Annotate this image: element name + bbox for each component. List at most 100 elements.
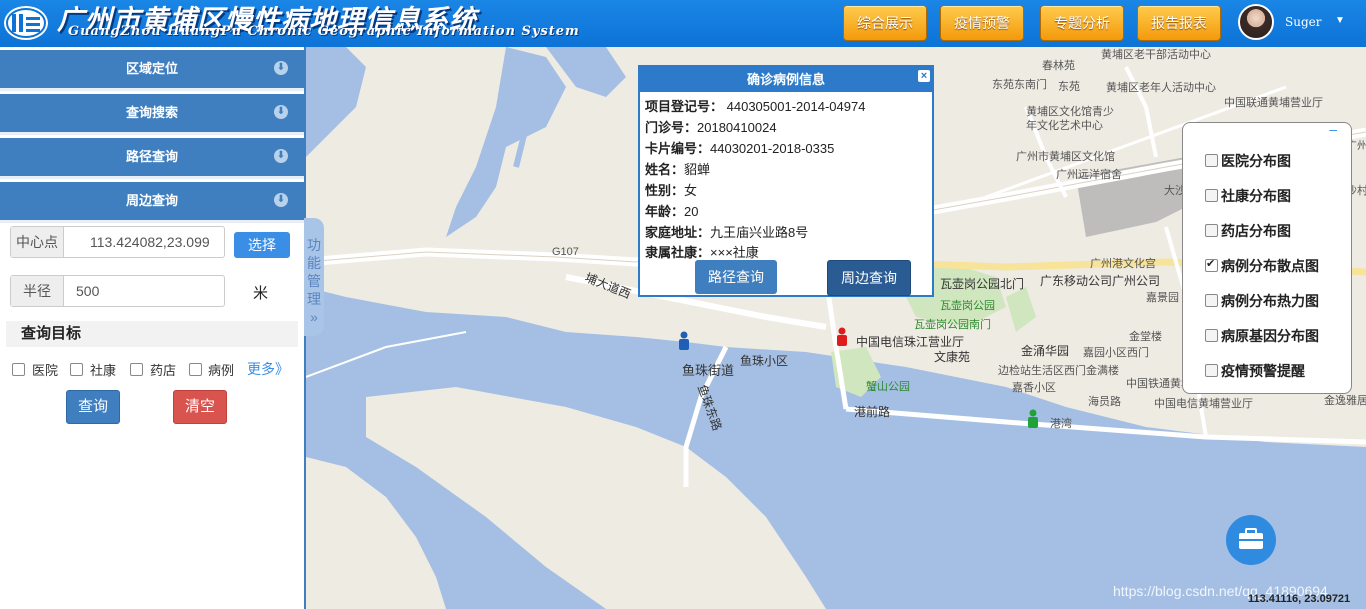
popup-title: 确诊病例信息 xyxy=(640,67,932,92)
layer-pharmacy-label: 药店分布图 xyxy=(1221,223,1291,239)
radius-label: 半径 xyxy=(11,276,64,306)
toolbox-button[interactable] xyxy=(1226,515,1276,565)
nav-topic-analysis-button[interactable]: 专题分析 xyxy=(1040,5,1124,41)
section-route-query[interactable]: 路径查询 ⬇ xyxy=(0,138,304,179)
field-value: ×××社康 xyxy=(710,245,759,260)
select-center-button[interactable]: 选择 xyxy=(234,232,290,258)
field-value: 女 xyxy=(684,183,698,198)
layer-case-heatmap-checkbox[interactable] xyxy=(1205,294,1218,307)
function-panel-label: 功能管理 » xyxy=(307,237,321,325)
layer-community-label: 社康分布图 xyxy=(1221,188,1291,204)
nav-reports-button[interactable]: 报告报表 xyxy=(1137,5,1221,41)
field-value: 44030201-2018-0335 xyxy=(710,141,835,156)
layer-community-checkbox[interactable] xyxy=(1205,189,1218,202)
map-label: 东苑东南门 xyxy=(992,79,1047,91)
map-label: 边检站生活区西门 xyxy=(998,365,1086,377)
layer-hospital-label: 医院分布图 xyxy=(1221,153,1291,169)
map-label: 广州港文化宫 xyxy=(1090,258,1156,270)
query-button[interactable]: 查询 xyxy=(66,390,120,424)
center-point-input[interactable] xyxy=(64,227,224,257)
layer-epidemic-alert-checkbox[interactable] xyxy=(1205,364,1218,377)
expand-down-icon: ⬇ xyxy=(274,193,288,207)
map-label: 中国联通黄埔营业厅 xyxy=(1224,97,1323,109)
avatar[interactable] xyxy=(1238,4,1274,40)
map-label: 蟹山公园 xyxy=(866,381,910,393)
field-value: 440305001-2014-04974 xyxy=(726,99,866,114)
layer-case-scatter-label: 病例分布散点图 xyxy=(1221,258,1319,274)
map-label: 春林苑 xyxy=(1042,60,1075,72)
field-value: 貂蝉 xyxy=(684,162,711,177)
map-label: 黄埔区老干部活动中心 xyxy=(1101,49,1211,61)
layer-panel: – 医院分布图 社康分布图 药店分布图 ✔ 病例分布散点图 病例分布热力图 病原… xyxy=(1182,121,1352,394)
map-label: 鱼珠街道 xyxy=(682,363,735,378)
map-label: 年文化艺术中心 xyxy=(1026,120,1103,132)
case-info-popup: 确诊病例信息 × 项目登记号： 440305001-2014-04974 门诊号… xyxy=(638,65,934,297)
popup-field-community: 隶属社康：×××社康 xyxy=(645,242,759,261)
close-icon[interactable]: × xyxy=(918,70,930,82)
popup-field-age: 年龄：20 xyxy=(645,201,698,220)
target-community-checkbox[interactable] xyxy=(70,363,83,376)
popup-field-name: 姓名：貂蝉 xyxy=(645,159,710,178)
clear-button[interactable]: 清空 xyxy=(173,390,227,424)
more-link[interactable]: 更多》 xyxy=(247,359,289,379)
nav-overview-button[interactable]: 综合展示 xyxy=(843,5,927,41)
radius-field: 半径 xyxy=(10,275,225,307)
map-label: 文康苑 xyxy=(934,350,971,364)
center-point-field: 中心点 xyxy=(10,226,225,258)
field-label: 隶属社康： xyxy=(645,245,711,260)
map-label: 中国电信黄埔营业厅 xyxy=(1154,398,1253,410)
app-logo xyxy=(4,6,48,40)
layer-pharmacy-checkbox[interactable] xyxy=(1205,224,1218,237)
map-label: 嘉园小区西门 xyxy=(1083,347,1149,359)
map-label: 广州市黄埔区文化馆 xyxy=(1016,151,1115,163)
center-point-label: 中心点 xyxy=(11,227,64,257)
map-label: 金堂楼 xyxy=(1129,331,1162,343)
function-panel-tab[interactable]: 功能管理 » xyxy=(304,218,324,336)
target-pharmacy-checkbox[interactable] xyxy=(130,363,143,376)
map-label: 瓦壶岗公园北门 xyxy=(940,277,1025,291)
map-label: 嘉景园 xyxy=(1146,292,1179,304)
layer-hospital-checkbox[interactable] xyxy=(1205,154,1218,167)
target-hospital-label: 医院 xyxy=(32,363,59,378)
target-case-checkbox[interactable] xyxy=(189,363,202,376)
map-label: 鱼珠小区 xyxy=(740,354,789,368)
expand-down-icon: ⬇ xyxy=(274,105,288,119)
username[interactable]: Suger xyxy=(1285,15,1321,29)
popup-field-clinic-no: 门诊号：20180410024 xyxy=(645,117,777,136)
case-marker-icon[interactable] xyxy=(1026,409,1040,429)
popup-field-address: 家庭地址：九王庙兴业路8号 xyxy=(645,222,808,241)
map-label: 港湾 xyxy=(1050,418,1072,430)
chevron-down-icon[interactable]: ▼ xyxy=(1335,15,1345,26)
map-label: 金涌华园 xyxy=(1021,344,1070,358)
section-nearby-query[interactable]: 周边查询 ⬇ xyxy=(0,182,304,223)
radius-input[interactable] xyxy=(64,276,224,306)
map-label: 广州远洋宿舍 xyxy=(1056,169,1122,181)
target-hospital-checkbox[interactable] xyxy=(12,363,25,376)
collapse-icon[interactable]: – xyxy=(1329,121,1337,137)
map-label: 海员路 xyxy=(1088,396,1121,408)
section-area-locate[interactable]: 区域定位 ⬇ xyxy=(0,50,304,91)
radius-unit: 米 xyxy=(253,285,269,302)
route-query-button[interactable]: 路径查询 xyxy=(695,260,777,294)
section-label: 区域定位 xyxy=(125,61,178,76)
layer-epidemic-alert-label: 疫情预警提醒 xyxy=(1221,363,1305,379)
layer-case-scatter-checkbox[interactable]: ✔ xyxy=(1205,258,1218,272)
layer-pathogen-gene-label: 病原基因分布图 xyxy=(1221,328,1319,344)
section-label: 周边查询 xyxy=(125,193,178,208)
nearby-query-button[interactable]: 周边查询 xyxy=(827,260,911,296)
case-marker-icon[interactable] xyxy=(677,331,691,351)
case-marker-selected-icon[interactable] xyxy=(835,327,849,347)
section-search[interactable]: 查询搜索 ⬇ xyxy=(0,94,304,135)
layer-pathogen-gene-checkbox[interactable] xyxy=(1205,329,1218,342)
section-label: 路径查询 xyxy=(125,149,178,164)
map-label: 金逸雅居 xyxy=(1324,395,1366,407)
query-target-heading: 查询目标 xyxy=(6,321,298,347)
nav-epidemic-warning-button[interactable]: 疫情预警 xyxy=(940,5,1024,41)
popup-field-card-no: 卡片编号：44030201-2018-0335 xyxy=(645,138,834,157)
expand-down-icon: ⬇ xyxy=(274,149,288,163)
section-label: 查询搜索 xyxy=(125,105,178,120)
expand-down-icon: ⬇ xyxy=(274,61,288,75)
map-label: 黄埔区老年人活动中心 xyxy=(1106,82,1216,94)
popup-field-reg-no: 项目登记号： 440305001-2014-04974 xyxy=(645,96,865,115)
map-label: 港前路 xyxy=(854,405,891,419)
